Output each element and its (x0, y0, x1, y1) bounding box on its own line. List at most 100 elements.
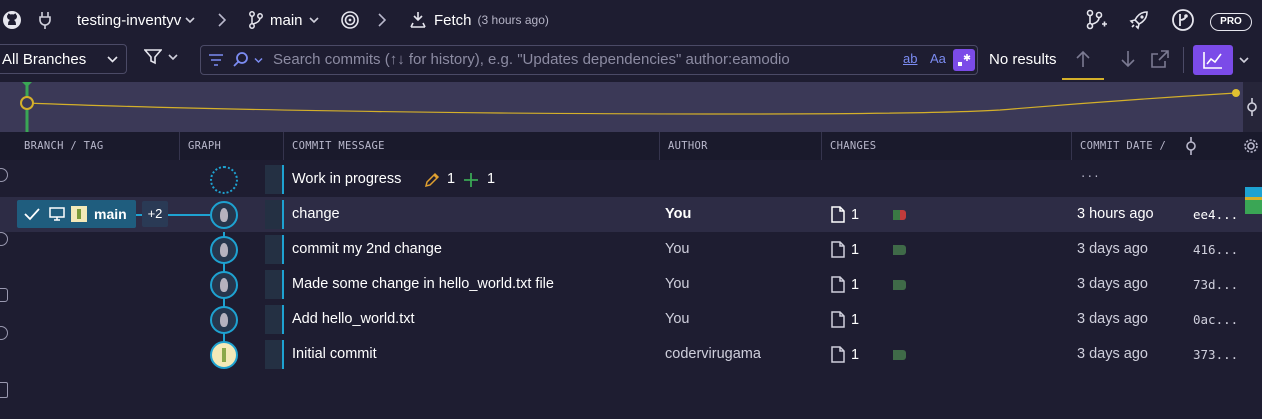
file-count: 1 (851, 276, 860, 293)
regex-icon (953, 49, 975, 71)
change-bar (893, 350, 906, 360)
check-icon (24, 207, 40, 221)
repo-selector[interactable]: testing-inventyv (77, 9, 195, 31)
minimap-toggle-button[interactable] (1193, 45, 1233, 75)
settings-gear-icon[interactable] (1243, 138, 1259, 154)
column-header: BRANCH / TAG GRAPH COMMIT MESSAGE AUTHOR… (0, 132, 1262, 180)
branch-filter-label: All Branches (2, 50, 87, 68)
search-toolbar: All Branches Search commits (↑↓ for hist… (0, 40, 1262, 80)
divider (1183, 47, 1184, 73)
commit-sha: 416... (1193, 242, 1239, 257)
pencil-icon (424, 172, 440, 188)
column-commit-date[interactable]: COMMIT DATE / ... (1071, 132, 1183, 180)
commit-minimap[interactable] (0, 82, 1243, 132)
branch-filter-dropdown[interactable]: All Branches (0, 44, 127, 74)
previous-result-button[interactable] (1062, 40, 1104, 80)
more-branches-count: +2 (147, 206, 163, 221)
commit-row[interactable]: main +2 change You 1 3 hours ago ee4... (0, 197, 1262, 232)
commit-row[interactable]: Made some change in hello_world.txt file… (0, 267, 1262, 302)
plus-icon (463, 172, 479, 188)
commit-changes: 1 (831, 232, 859, 267)
commit-sha: ee4... (1193, 207, 1239, 222)
chevron-down-icon (107, 55, 118, 63)
file-icon (831, 346, 845, 363)
column-commit-message[interactable]: COMMIT MESSAGE (283, 132, 659, 160)
file-icon (831, 311, 845, 328)
change-bar (893, 210, 906, 220)
commit-changes: 1 (831, 302, 859, 337)
filter-button[interactable] (144, 49, 178, 65)
graph-cell (265, 165, 284, 194)
commit-node (210, 341, 238, 369)
search-icon[interactable] (232, 51, 250, 69)
gitlens-icon[interactable] (1171, 8, 1195, 32)
search-box[interactable]: Search commits (↑↓ for history), e.g. "U… (200, 45, 978, 75)
avatar (220, 208, 228, 222)
commit-author: You (665, 241, 690, 257)
commit-date: 3 days ago (1077, 276, 1148, 292)
minimap-chart (20, 82, 1240, 132)
github-icon[interactable] (2, 10, 22, 30)
wip-row[interactable]: Work in progress 1 1 (0, 162, 1262, 197)
commit-row[interactable]: Initial commit codervirugama 1 3 days ag… (0, 337, 1262, 372)
filter-icon (144, 49, 162, 65)
commit-author: You (665, 206, 692, 222)
more-branches-badge[interactable]: +2 (142, 201, 168, 227)
monitor-icon (49, 207, 65, 221)
branch-tag-main[interactable]: main (17, 200, 136, 228)
graph-cell (265, 340, 284, 369)
wip-node (210, 166, 238, 194)
scrollbar-marker[interactable] (1245, 187, 1262, 214)
regex-toggle[interactable] (953, 49, 975, 71)
chevron-down-icon (168, 53, 178, 61)
pro-label: PRO (1220, 16, 1242, 27)
graph-cell (265, 235, 284, 264)
commit-message: commit my 2nd change (292, 241, 442, 257)
wip-message: Work in progress (292, 171, 402, 187)
plug-icon[interactable] (38, 11, 52, 29)
commit-node (210, 201, 238, 229)
branch-selector[interactable]: main (248, 9, 319, 31)
file-icon (831, 206, 845, 223)
graph-cell (265, 270, 284, 299)
arrow-down-icon[interactable] (1120, 50, 1136, 68)
column-branch-tag[interactable]: BRANCH / TAG (16, 132, 178, 160)
chevron-down-icon (185, 16, 195, 24)
commit-row[interactable]: Add hello_world.txt You 1 3 days ago 0ac… (0, 302, 1262, 337)
list-filter-icon[interactable] (208, 53, 224, 67)
fetch-label: Fetch (434, 11, 472, 29)
search-results-count: No results (989, 51, 1057, 68)
column-changes[interactable]: CHANGES (821, 132, 1071, 160)
commit-changes: 1 (831, 337, 859, 372)
file-count: 1 (851, 241, 860, 258)
commit-node (210, 306, 238, 334)
graph-cell (265, 200, 284, 229)
commit-author: You (665, 311, 690, 327)
rocket-icon[interactable] (1128, 9, 1150, 31)
search-input[interactable]: Search commits (↑↓ for history), e.g. "U… (273, 46, 790, 74)
column-author[interactable]: AUTHOR (659, 132, 821, 160)
target-icon[interactable] (340, 10, 360, 30)
arrow-up-icon (1075, 50, 1091, 68)
avatar (222, 348, 226, 362)
column-graph[interactable]: GRAPH (179, 132, 283, 160)
commit-message: Initial commit (292, 346, 377, 362)
chevron-right-icon (218, 13, 226, 27)
open-external-icon[interactable] (1151, 50, 1169, 68)
match-case-toggle[interactable]: Aa (930, 49, 946, 71)
commit-row[interactable]: commit my 2nd change You 1 3 days ago 41… (0, 232, 1262, 267)
sha-column-icon[interactable] (1184, 137, 1198, 155)
branch-tag-label: main (94, 206, 127, 222)
avatar (220, 313, 228, 327)
fetch-button[interactable]: Fetch (3 hours ago) (408, 8, 549, 32)
branch-add-icon[interactable] (1085, 9, 1107, 31)
file-icon (831, 276, 845, 293)
commit-message: Add hello_world.txt (292, 311, 415, 327)
wip-modified-count: 1 (447, 171, 456, 187)
chevron-down-icon[interactable] (1239, 56, 1249, 64)
commit-icon[interactable] (1245, 98, 1259, 116)
chart-line-icon (1203, 51, 1223, 69)
chevron-down-icon (254, 57, 263, 64)
pro-badge[interactable]: PRO (1210, 13, 1252, 31)
match-whole-word-toggle[interactable]: ab (903, 49, 917, 71)
